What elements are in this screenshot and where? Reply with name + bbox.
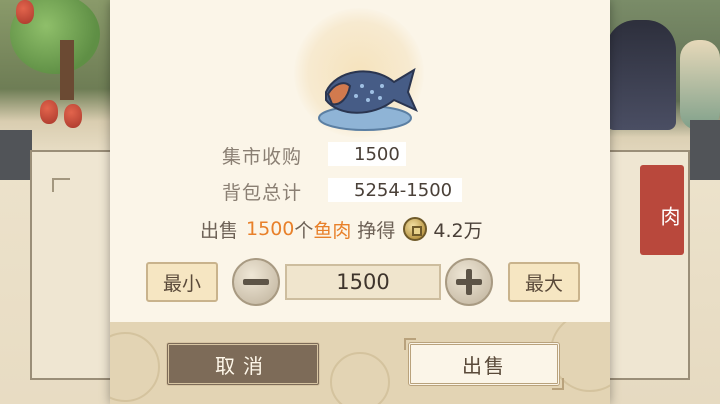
cloud-pattern bbox=[110, 332, 160, 402]
increase-button[interactable] bbox=[445, 258, 493, 306]
sell-quantity: 1500 bbox=[246, 218, 295, 240]
bag-total-label: 背包总计 bbox=[222, 182, 303, 204]
market-buy-label: 集市收购 bbox=[222, 146, 303, 168]
quantity-input[interactable]: 1500 bbox=[285, 264, 441, 300]
sell-item-name: 鱼肉 bbox=[313, 219, 352, 242]
bag-total-value: 5254-1500 bbox=[328, 178, 462, 202]
cloud-pattern bbox=[330, 352, 390, 404]
meat-tag: 肉 bbox=[640, 165, 684, 255]
copper-coin-icon bbox=[403, 217, 428, 241]
market-buy-value: 1500 bbox=[328, 142, 406, 166]
decrease-button[interactable] bbox=[232, 258, 280, 306]
left-roof bbox=[0, 130, 32, 180]
minus-icon bbox=[243, 279, 269, 285]
character-figure bbox=[606, 20, 676, 130]
lantern-icon bbox=[40, 100, 58, 124]
plus-icon-vertical bbox=[466, 269, 472, 295]
lantern-icon bbox=[16, 0, 34, 24]
earn-label: 挣得 bbox=[357, 219, 396, 242]
right-roof bbox=[690, 120, 720, 180]
sell-unit: 个 bbox=[294, 219, 314, 242]
sell-prefix: 出售 bbox=[200, 219, 239, 242]
dialog-footer: 取消 出售 bbox=[110, 322, 610, 404]
sell-button[interactable]: 出售 bbox=[404, 338, 564, 390]
character-figure bbox=[680, 40, 720, 130]
sell-dialog: 集市收购 1500 背包总计 5254-1500 出售 1500 个 鱼肉 挣得… bbox=[110, 0, 610, 404]
lantern-icon bbox=[64, 104, 82, 128]
corner-ornament bbox=[52, 178, 70, 192]
sell-summary: 出售 1500 个 鱼肉 挣得 4.2万 bbox=[200, 212, 483, 246]
min-button[interactable]: 最小 bbox=[146, 262, 218, 302]
left-shop-panel bbox=[30, 150, 112, 380]
cancel-button[interactable]: 取消 bbox=[166, 342, 320, 386]
fish-meat-icon bbox=[310, 56, 420, 136]
earn-amount: 4.2万 bbox=[433, 219, 483, 242]
tree-trunk bbox=[60, 40, 74, 100]
max-button[interactable]: 最大 bbox=[508, 262, 580, 302]
